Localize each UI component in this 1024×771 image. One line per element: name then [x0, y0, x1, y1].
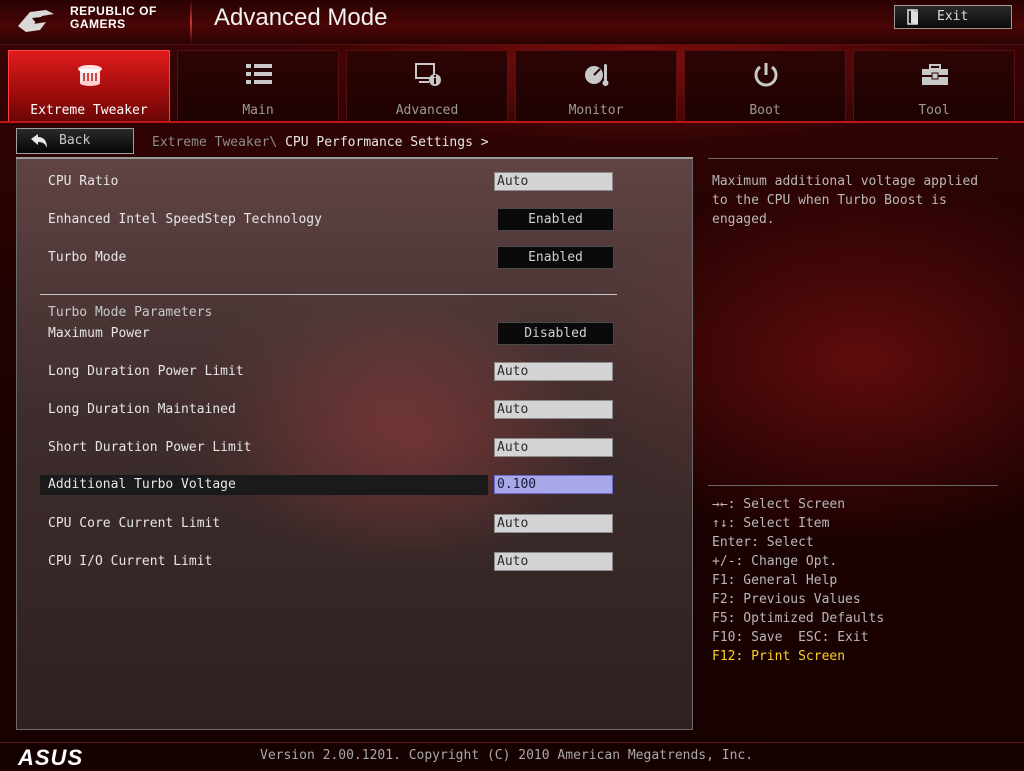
turbo-mode-select[interactable]: Enabled — [497, 246, 614, 269]
power-icon — [754, 63, 778, 87]
back-button[interactable]: Back — [16, 128, 134, 154]
maximum-power-select[interactable]: Disabled — [497, 322, 614, 345]
help-divider-top — [708, 158, 998, 159]
tab-label: Advanced — [395, 103, 459, 118]
hotkey-change-opt: +/-: Change Opt. — [712, 554, 838, 569]
footer-divider — [0, 742, 1024, 743]
setting-label: Enhanced Intel SpeedStep Technology — [48, 212, 322, 227]
help-divider-keys — [708, 485, 998, 486]
hotkey-select-screen: →←: Select Screen — [712, 497, 846, 512]
exit-door-icon — [907, 9, 918, 25]
tab-label: Main — [242, 103, 274, 118]
tab-advanced[interactable]: Advanced — [346, 50, 508, 122]
list-icon — [246, 64, 272, 84]
setting-row-maximum-power[interactable]: Maximum Power Disabled — [40, 322, 620, 345]
long-duration-maintained-field[interactable]: Auto — [494, 400, 613, 419]
setting-row-long-duration-power-limit[interactable]: Long Duration Power Limit Auto — [40, 362, 620, 382]
tweaker-icon — [78, 65, 102, 86]
breadcrumb: Extreme Tweaker\ CPU Performance Setting… — [152, 135, 489, 150]
hotkey-general-help: F1: General Help — [712, 573, 838, 588]
advanced-icon — [415, 63, 441, 86]
header-divider — [190, 0, 192, 44]
setting-row-turbo-mode[interactable]: Turbo Mode Enabled — [40, 246, 620, 269]
breadcrumb-parent[interactable]: Extreme Tweaker\ — [152, 135, 285, 150]
tab-label: Extreme Tweaker — [30, 103, 148, 118]
tab-label: Monitor — [568, 103, 624, 118]
setting-row-cpu-io-current-limit[interactable]: CPU I/O Current Limit Auto — [40, 552, 620, 572]
asus-logo: ASUS — [18, 745, 84, 770]
setting-row-speedstep[interactable]: Enhanced Intel SpeedStep Technology Enab… — [40, 208, 620, 231]
section-divider — [40, 294, 617, 295]
setting-label: Short Duration Power Limit — [48, 440, 252, 455]
tab-extreme-tweaker[interactable]: Extreme Tweaker — [8, 50, 170, 122]
setting-row-additional-turbo-voltage[interactable]: Additional Turbo Voltage 0.100 — [40, 475, 620, 495]
setting-row-cpu-ratio[interactable]: CPU Ratio Auto — [40, 172, 620, 192]
breadcrumb-suffix: > — [472, 135, 489, 150]
brand-line-2: GAMERS — [70, 17, 126, 31]
hotkey-enter: Enter: Select — [712, 535, 814, 550]
hotkey-select-item: ↑↓: Select Item — [712, 516, 830, 531]
header-bar: REPUBLIC OF GAMERS Advanced Mode Exit — [0, 0, 1024, 45]
settings-panel-top-border — [16, 157, 693, 159]
exit-label: Exit — [937, 9, 969, 24]
rog-logo-icon — [18, 10, 54, 32]
setting-label: CPU Core Current Limit — [48, 516, 221, 531]
tabbar-underline — [0, 121, 1024, 123]
setting-label: CPU I/O Current Limit — [48, 554, 213, 569]
back-arrow-icon — [31, 134, 47, 148]
setting-label: CPU Ratio — [48, 174, 119, 189]
toolbox-icon — [922, 64, 948, 85]
hotkey-previous-values: F2: Previous Values — [712, 592, 861, 607]
speedstep-select[interactable]: Enabled — [497, 208, 614, 231]
help-description: Maximum additional voltage applied to th… — [712, 174, 979, 227]
hotkey-legend: →←: Select Screen ↑↓: Select Item Enter:… — [712, 495, 884, 666]
tab-monitor[interactable]: Monitor — [515, 50, 677, 122]
hotkey-save-exit: F10: Save ESC: Exit — [712, 630, 869, 645]
cpu-core-current-limit-field[interactable]: Auto — [494, 514, 613, 533]
setting-label: Maximum Power — [48, 326, 150, 341]
hotkey-print-screen[interactable]: F12: Print Screen — [712, 647, 884, 666]
back-label: Back — [59, 133, 91, 148]
tab-label: Tool — [918, 103, 950, 118]
setting-label: Additional Turbo Voltage — [48, 477, 236, 492]
breadcrumb-current: CPU Performance Settings — [285, 135, 473, 150]
cpu-ratio-field[interactable]: Auto — [494, 172, 613, 191]
setting-label: Long Duration Power Limit — [48, 364, 244, 379]
setting-row-cpu-core-current-limit[interactable]: CPU Core Current Limit Auto — [40, 514, 620, 534]
cpu-io-current-limit-field[interactable]: Auto — [494, 552, 613, 571]
monitor-gauge-icon — [585, 64, 609, 86]
page-title: Advanced Mode — [214, 4, 388, 31]
section-title: Turbo Mode Parameters — [48, 305, 213, 320]
tab-label: Boot — [749, 103, 781, 118]
additional-turbo-voltage-field[interactable]: 0.100 — [494, 475, 613, 494]
version-text: Version 2.00.1201. Copyright (C) 2010 Am… — [260, 748, 754, 763]
tab-tool[interactable]: Tool — [853, 50, 1015, 122]
short-duration-power-limit-field[interactable]: Auto — [494, 438, 613, 457]
setting-row-short-duration-power-limit[interactable]: Short Duration Power Limit Auto — [40, 438, 620, 458]
setting-label: Turbo Mode — [48, 250, 127, 265]
setting-label: Long Duration Maintained — [48, 402, 236, 417]
setting-row-long-duration-maintained[interactable]: Long Duration Maintained Auto — [40, 400, 620, 420]
brand-name: REPUBLIC OF GAMERS — [70, 5, 157, 31]
exit-button[interactable]: Exit — [894, 5, 1012, 29]
hotkey-optimized-defaults: F5: Optimized Defaults — [712, 611, 885, 626]
tab-boot[interactable]: Boot — [684, 50, 846, 122]
tab-main[interactable]: Main — [177, 50, 339, 122]
long-duration-power-limit-field[interactable]: Auto — [494, 362, 613, 381]
